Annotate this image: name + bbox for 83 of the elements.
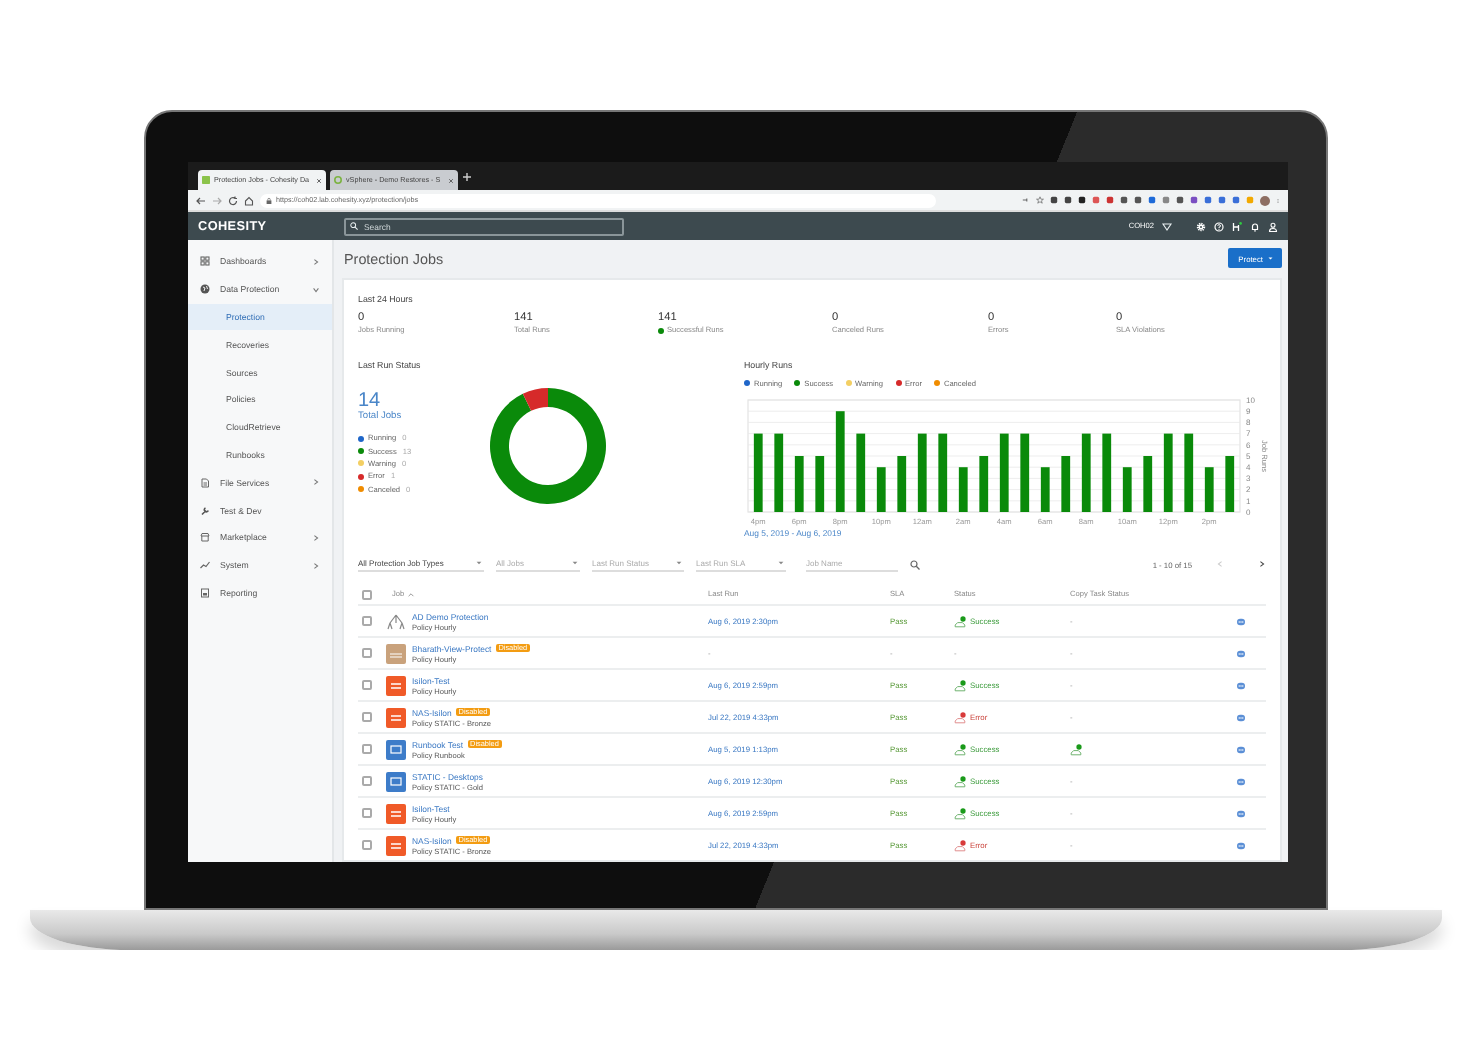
actions-icon[interactable] <box>1234 745 1248 753</box>
actions-icon[interactable] <box>1234 841 1248 849</box>
bar <box>1081 433 1091 512</box>
checkbox[interactable] <box>362 589 372 599</box>
checkbox[interactable] <box>362 840 372 850</box>
bar <box>958 467 968 512</box>
bar <box>1061 456 1071 512</box>
actions-icon[interactable] <box>1234 681 1248 689</box>
search-icon <box>350 222 358 230</box>
server-icon <box>386 707 406 727</box>
checkbox[interactable] <box>362 744 372 754</box>
bar <box>794 456 804 512</box>
checkbox[interactable] <box>362 616 372 626</box>
actions-icon[interactable] <box>1234 713 1248 721</box>
line-chart-icon <box>200 560 210 571</box>
page-favicon-icon <box>202 176 210 184</box>
wrench-icon <box>200 505 210 516</box>
bar <box>876 467 886 512</box>
avatar-icon[interactable] <box>1260 195 1270 205</box>
swirl-favicon-icon <box>334 176 342 184</box>
monitor-icon <box>386 739 406 759</box>
bell-icon[interactable] <box>1250 221 1260 231</box>
document-icon <box>200 477 210 488</box>
home-icon[interactable] <box>244 195 254 205</box>
monitor-icon <box>386 771 406 791</box>
actions-icon[interactable] <box>1234 617 1248 625</box>
bar <box>979 456 989 512</box>
chevron-icon <box>312 561 320 570</box>
chevron-icon <box>312 257 320 266</box>
caret-icon <box>676 560 682 566</box>
server-icon <box>386 803 406 823</box>
bar <box>753 433 763 512</box>
bar <box>1225 456 1235 512</box>
bar <box>1102 433 1112 512</box>
bar <box>999 433 1009 512</box>
bar <box>1143 456 1153 512</box>
checkbox[interactable] <box>362 712 372 722</box>
actions-icon[interactable] <box>1234 809 1248 817</box>
view-icon <box>386 643 406 663</box>
checkbox[interactable] <box>362 680 372 690</box>
lock-icon <box>266 197 272 203</box>
bar <box>1020 433 1030 512</box>
actions-icon[interactable] <box>1234 649 1248 657</box>
bar <box>1204 467 1214 512</box>
bar <box>917 433 927 512</box>
chevron-icon <box>312 533 320 542</box>
reload-icon[interactable] <box>228 195 238 205</box>
actions-icon[interactable] <box>1234 777 1248 785</box>
caret-icon <box>476 560 482 566</box>
bar <box>938 433 948 512</box>
next-icon[interactable] <box>1258 560 1266 568</box>
checkbox[interactable] <box>362 648 372 658</box>
close-icon[interactable] <box>316 177 322 183</box>
bar <box>815 456 825 512</box>
star-icon[interactable] <box>1036 196 1044 204</box>
back-icon[interactable] <box>196 195 206 205</box>
bar <box>835 411 845 512</box>
server-icon <box>386 835 406 855</box>
bar <box>774 433 784 512</box>
bar <box>1184 433 1194 512</box>
bar <box>897 456 907 512</box>
bar <box>1163 433 1173 512</box>
tree-icon <box>386 611 406 631</box>
bar <box>1122 467 1132 512</box>
bar <box>856 433 866 512</box>
report-icon <box>200 587 210 598</box>
filter-icon[interactable] <box>1162 221 1172 231</box>
total-count: 14 <box>358 390 381 412</box>
grid-icon <box>200 256 210 267</box>
search-icon[interactable] <box>910 559 920 569</box>
caret-icon <box>778 560 784 566</box>
settings-icon[interactable] <box>1196 221 1206 231</box>
caret-icon <box>572 560 578 566</box>
checkbox[interactable] <box>362 776 372 786</box>
help-icon[interactable] <box>1214 221 1224 231</box>
chevron-icon <box>312 478 320 487</box>
user-icon[interactable] <box>1268 221 1278 231</box>
server-icon <box>386 675 406 695</box>
store-icon <box>200 532 210 543</box>
bar <box>1040 467 1050 512</box>
checkbox[interactable] <box>362 808 372 818</box>
new-tab-icon[interactable] <box>462 170 472 180</box>
close-icon[interactable] <box>448 177 454 183</box>
